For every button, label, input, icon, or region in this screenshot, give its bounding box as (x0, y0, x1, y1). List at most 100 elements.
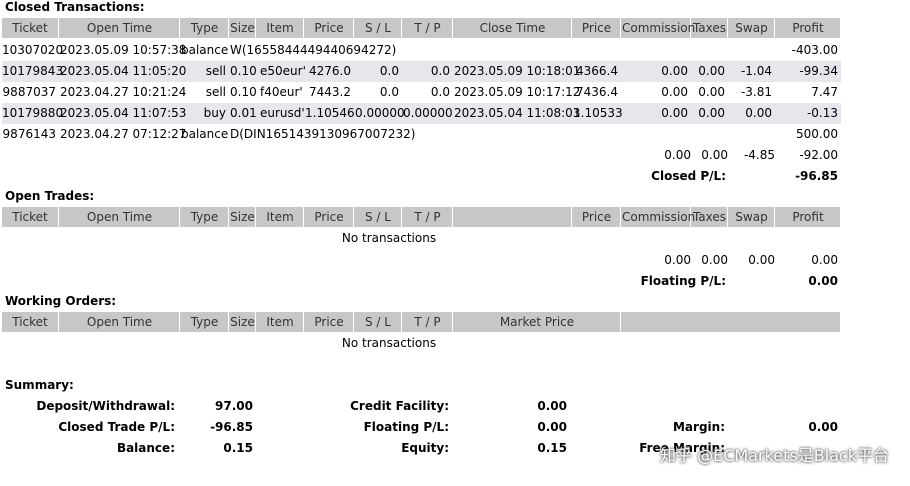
closed-cell-type: buy (203, 106, 226, 120)
closed-cell-profit: 500.00 (796, 127, 838, 141)
closed-cell-size: 0.01 (230, 106, 257, 120)
closed-cell-ticket: 10307020 (2, 43, 64, 57)
working-header-col-7: T / P (403, 312, 453, 332)
open-empty-message: No transactions (341, 231, 437, 245)
working-header-row: Ticket Open Time Type Size Item Price S / LT /… (2, 312, 841, 332)
closed-cell-close-price: 4366.4 (576, 64, 618, 78)
margin-value: 0.00 (808, 420, 838, 434)
closed-total-profit: -92.00 (799, 148, 838, 162)
closed-cell-type: balance (181, 127, 229, 141)
closed-cell-comment: D(DIN1651439130967007232) (230, 127, 416, 141)
working-header-col-0: Ticket (2, 312, 59, 332)
closed-cell-profit: -0.13 (806, 106, 838, 120)
closed-row: 9887037 2023.04.27 10:21:24 sell 0.10 f40eur… (2, 82, 841, 103)
open-header-col-4: Item (257, 207, 304, 227)
closed-cell-sl: 0.00000 (355, 106, 405, 120)
closed-cell-sl: 0.0 (379, 85, 399, 99)
closed-cell-tp: 0.00000 (403, 106, 453, 120)
closed-cell-swap: 0.00 (745, 106, 772, 120)
closed-cell-commission: 0.00 (661, 85, 688, 99)
summary-title: Summary: (5, 378, 74, 392)
closed-cell-item: eurusd' (260, 106, 305, 120)
open-trades-title: Open Trades: (5, 189, 95, 203)
floating-pl-summary-value: 0.00 (537, 420, 567, 434)
closed-cell-tp: 0.0 (430, 64, 450, 78)
closed-pl-row: Closed P/L: -96.85 (2, 166, 841, 187)
closed-total-commission: 0.00 (664, 148, 691, 162)
closed-cell-swap: -1.04 (740, 64, 772, 78)
closed-header-row: Ticket Open Time Type Size Item Price S / LT /… (2, 18, 841, 38)
closed-cell-close-time: 2023.05.09 10:17:12 (454, 85, 581, 99)
closed-cell-close-time: 2023.05.04 11:08:03 (454, 106, 581, 120)
balance-value: 0.15 (223, 441, 253, 455)
watermark: 知乎 @ECMarkets是Black平台 (660, 446, 889, 465)
closed-total-taxes: 0.00 (701, 148, 728, 162)
working-header-col-1: Open Time (60, 312, 180, 332)
closed-cell-close-price: 1.10533 (573, 106, 623, 120)
closed-cell-type: sell (205, 85, 226, 99)
open-header-col-8 (454, 207, 572, 227)
closed-cell-price: 4276.0 (309, 64, 351, 78)
closed-cell-profit: -403.00 (791, 43, 838, 57)
deposit-value: 97.00 (215, 399, 253, 413)
working-header-col-9 (622, 312, 841, 332)
closed-cell-ticket: 10179880 (2, 106, 64, 120)
open-header-col-2: Type (181, 207, 229, 227)
closed-header-col-0: Ticket (2, 18, 59, 38)
open-header-col-11: Taxes (692, 207, 728, 227)
closed-cell-item: e50eur' (260, 64, 306, 78)
closed-cell-open-time: 2023.05.09 10:57:38 (60, 43, 187, 57)
closed-cell-sl: 0.0 (379, 64, 399, 78)
closed-header-col-1: Open Time (60, 18, 180, 38)
open-header-col-1: Open Time (60, 207, 180, 227)
closed-pl-label: Closed P/L: (651, 169, 726, 183)
closed-cell-profit: -99.34 (799, 64, 838, 78)
closed-header-col-13: Profit (776, 18, 841, 38)
closed-transactions-title: Closed Transactions: (5, 0, 145, 14)
closed-header-col-6: S / L (355, 18, 402, 38)
closed-header-col-7: T / P (403, 18, 453, 38)
closed-row: 10307020 2023.05.09 10:57:38 balance -403.0… (2, 40, 841, 61)
closed-header-col-11: Taxes (692, 18, 728, 38)
floating-pl-value: 0.00 (808, 274, 838, 288)
closed-cell-type: sell (205, 64, 226, 78)
open-totals-row: 0.00 0.00 0.00 0.00 (2, 250, 841, 271)
closed-cell-open-time: 2023.05.04 11:05:20 (60, 64, 187, 78)
closed-header-col-12: Swap (729, 18, 775, 38)
open-total-taxes: 0.00 (701, 253, 728, 267)
working-header-col-5: Price (305, 312, 354, 332)
closed-cell-price: 7443.2 (309, 85, 351, 99)
closed-header-col-4: Item (257, 18, 304, 38)
working-header-col-3: Size (230, 312, 256, 332)
floating-pl-summary-label: Floating P/L: (363, 420, 449, 434)
open-header-row: Ticket Open Time Type Size Item Price S / LT /… (2, 207, 841, 227)
closed-cell-ticket: 10179843 (2, 64, 64, 78)
working-orders-title: Working Orders: (5, 294, 117, 308)
closed-cell-comment: W(1655844449440694272) (230, 43, 397, 57)
closed-total-swap: -4.85 (743, 148, 775, 162)
open-header-col-10: Commission (622, 207, 695, 227)
closed-totals-row: 0.00 0.00 -4.85 -92.00 (2, 145, 841, 166)
closed-cell-size: 0.10 (230, 85, 257, 99)
margin-label: Margin: (672, 420, 725, 434)
closed-cell-taxes: 0.00 (698, 106, 725, 120)
closed-cell-item: f40eur' (260, 85, 303, 99)
floating-pl-row: Floating P/L: 0.00 (2, 271, 841, 292)
closed-cell-commission: 0.00 (661, 64, 688, 78)
balance-label: Balance: (116, 441, 175, 455)
closed-cell-commission: 0.00 (661, 106, 688, 120)
open-header-col-7: T / P (403, 207, 453, 227)
open-total-commission: 0.00 (664, 253, 691, 267)
closed-trade-pl-value: -96.85 (210, 420, 253, 434)
open-header-col-3: Size (230, 207, 256, 227)
working-header-col-4: Item (257, 312, 304, 332)
closed-cell-size: 0.10 (230, 64, 257, 78)
open-header-col-13: Profit (776, 207, 841, 227)
closed-cell-open-time: 2023.04.27 10:21:24 (60, 85, 187, 99)
credit-facility-label: Credit Facility: (350, 399, 449, 413)
closed-header-col-3: Size (230, 18, 256, 38)
open-header-col-0: Ticket (2, 207, 59, 227)
closed-cell-tp: 0.0 (430, 85, 450, 99)
equity-value: 0.15 (537, 441, 567, 455)
closed-cell-swap: -3.81 (740, 85, 772, 99)
